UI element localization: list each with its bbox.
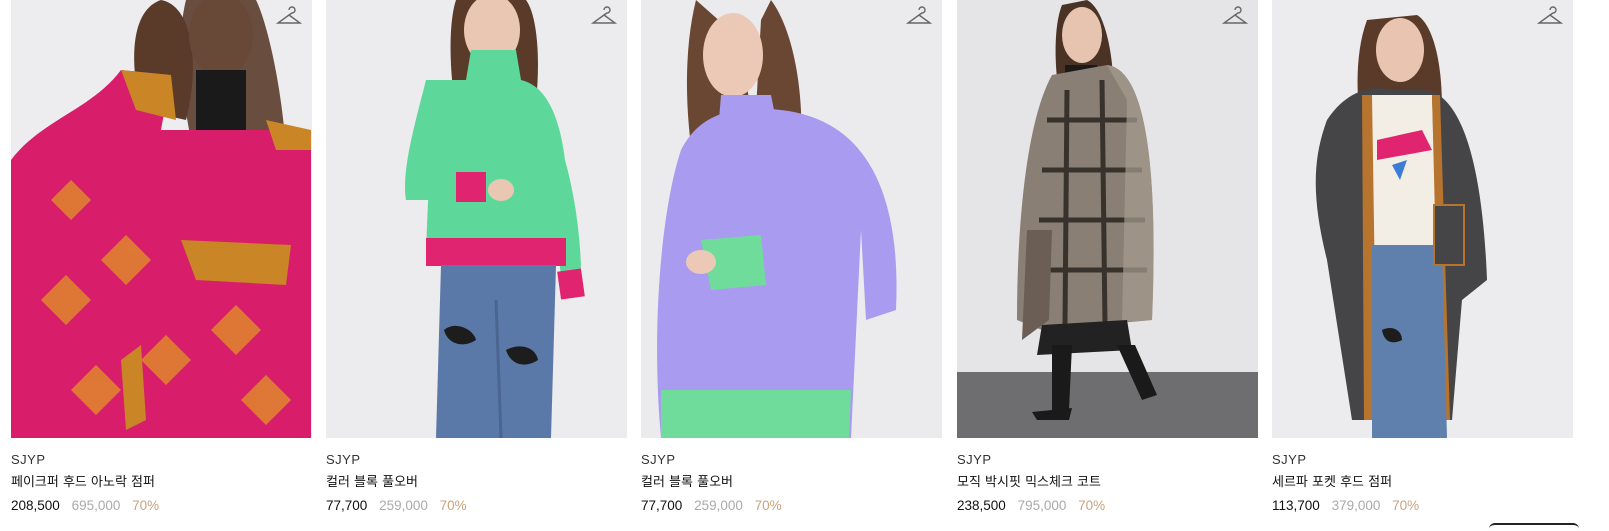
sale-price: 238,500 <box>957 498 1006 513</box>
sale-price: 113,700 <box>1272 498 1320 513</box>
hanger-icon[interactable] <box>590 5 618 27</box>
product-image[interactable] <box>1272 0 1573 438</box>
original-price: 695,000 <box>71 498 121 513</box>
original-price: 795,000 <box>1017 498 1067 513</box>
product-name[interactable]: 모직 박시핏 믹스체크 코트 <box>957 475 1258 491</box>
hanger-icon[interactable] <box>275 5 303 27</box>
product-brand: SJYP <box>1272 452 1307 467</box>
price-row: 208,500 695,000 70% <box>11 498 312 514</box>
product-name[interactable]: 세르파 포켓 후드 점퍼 <box>1272 475 1573 491</box>
product-card[interactable]: SJYP 컬러 블록 풀오버 77,700 259,000 70% <box>641 0 942 514</box>
price-row: 77,700 259,000 70% <box>326 498 627 514</box>
product-brand: SJYP <box>957 452 992 467</box>
hanger-icon[interactable] <box>1221 5 1249 27</box>
sale-price: 208,500 <box>11 498 60 513</box>
original-price: 379,000 <box>1331 498 1381 513</box>
product-grid: SJYP 페이크퍼 후드 아노락 점퍼 208,500 695,000 70% <box>0 0 1609 531</box>
price-row: 77,700 259,000 70% <box>641 498 942 514</box>
sale-price: 77,700 <box>641 498 683 513</box>
hanger-icon[interactable] <box>905 5 933 27</box>
product-name[interactable]: 컬러 블록 풀오버 <box>326 475 627 491</box>
product-image[interactable] <box>11 0 312 438</box>
product-name[interactable]: 페이크퍼 후드 아노락 점퍼 <box>11 475 312 491</box>
product-card[interactable]: SJYP 세르파 포켓 후드 점퍼 113,700 379,000 70% <box>1272 0 1573 514</box>
discount-rate: 70% <box>1392 498 1420 513</box>
product-image[interactable] <box>957 0 1258 438</box>
discount-rate: 70% <box>132 498 160 513</box>
product-card[interactable]: SJYP 모직 박시핏 믹스체크 코트 238,500 795,000 70% <box>957 0 1258 514</box>
product-image[interactable] <box>326 0 627 438</box>
product-brand: SJYP <box>326 452 361 467</box>
product-brand: SJYP <box>641 452 676 467</box>
hanger-icon[interactable] <box>1536 5 1564 27</box>
original-price: 259,000 <box>379 498 428 513</box>
product-brand: SJYP <box>11 452 46 467</box>
sale-price: 77,700 <box>326 498 368 513</box>
discount-rate: 70% <box>439 498 467 513</box>
product-card[interactable]: SJYP 컬러 블록 풀오버 77,700 259,000 70% <box>326 0 627 514</box>
product-name[interactable]: 컬러 블록 풀오버 <box>641 475 942 491</box>
discount-rate: 70% <box>754 498 782 513</box>
floating-tab[interactable] <box>1489 523 1579 531</box>
product-image[interactable] <box>641 0 942 438</box>
product-card[interactable]: SJYP 페이크퍼 후드 아노락 점퍼 208,500 695,000 70% <box>11 0 312 514</box>
price-row: 113,700 379,000 70% <box>1272 498 1573 514</box>
price-row: 238,500 795,000 70% <box>957 498 1258 514</box>
original-price: 259,000 <box>694 498 743 513</box>
discount-rate: 70% <box>1078 498 1106 513</box>
